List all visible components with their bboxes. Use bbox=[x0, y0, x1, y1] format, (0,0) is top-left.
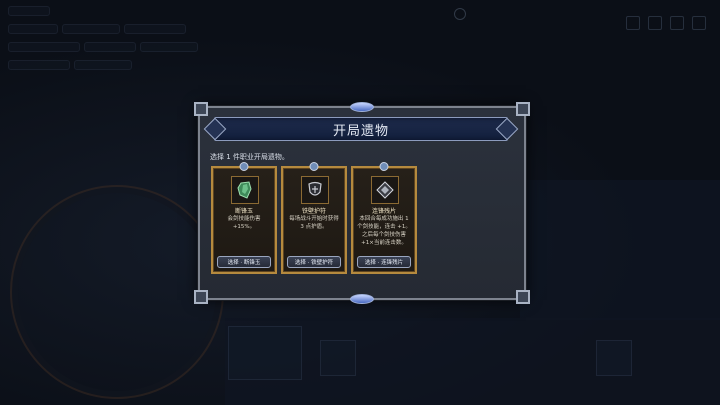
select-relic-button[interactable]: 选择 · 连锋残片 bbox=[357, 256, 411, 268]
relic-name: 铁壁护符 bbox=[301, 208, 326, 215]
jade-shard-icon bbox=[231, 176, 259, 204]
background-slot bbox=[320, 340, 356, 376]
relic-description: 会剑技能伤害 +15%。 bbox=[227, 216, 261, 230]
relic-name: 连锋残片 bbox=[371, 208, 396, 215]
background-dot bbox=[454, 8, 466, 20]
relic-card-jade[interactable]: 断锋玉 会剑技能伤害 +15%。 选择 · 断锋玉 bbox=[211, 162, 277, 274]
starting-relic-dialog: 开局遗物 选择 1 件职业开局遗物。 断锋玉 会剑技能伤害 +15%。 选择 ·… bbox=[194, 102, 530, 304]
background-slot bbox=[228, 326, 302, 380]
background-ring bbox=[10, 185, 224, 399]
blade-fragment-icon bbox=[371, 176, 399, 204]
relic-description: 每场战斗开始时获得 3 点护盾。 bbox=[289, 216, 339, 230]
frame-gem bbox=[350, 102, 374, 112]
dialog-title: 开局遗物 bbox=[332, 123, 389, 139]
relic-name: 断锋玉 bbox=[234, 208, 253, 215]
frame-corner bbox=[194, 290, 208, 304]
relic-card-blade[interactable]: 连锋残片 本回合每成功施出 1 个剑技能，连击 +1。之后每个剑技伤害 +1×当… bbox=[351, 162, 417, 274]
frame-corner bbox=[194, 102, 208, 116]
dialog-subtitle: 选择 1 件职业开局遗物。 bbox=[210, 153, 289, 161]
title-banner: 开局遗物 bbox=[214, 117, 508, 141]
background-toolbar bbox=[626, 16, 706, 30]
frame-gem bbox=[350, 294, 374, 304]
frame-corner bbox=[516, 290, 530, 304]
select-relic-button[interactable]: 选择 · 铁壁护符 bbox=[287, 256, 341, 268]
background-panel bbox=[520, 180, 720, 320]
frame-corner bbox=[516, 102, 530, 116]
background-hud bbox=[8, 6, 208, 96]
card-pin bbox=[239, 162, 249, 171]
iron-shield-icon bbox=[301, 176, 329, 204]
background-slot bbox=[596, 340, 632, 376]
select-relic-button[interactable]: 选择 · 断锋玉 bbox=[217, 256, 271, 268]
relic-card-shield[interactable]: 铁壁护符 每场战斗开始时获得 3 点护盾。 选择 · 铁壁护符 bbox=[281, 162, 347, 274]
card-pin bbox=[309, 162, 319, 171]
card-pin bbox=[379, 162, 389, 171]
relic-description: 本回合每成功施出 1 个剑技能，连击 +1。之后每个剑技伤害 +1×当前连击数。 bbox=[357, 216, 411, 246]
